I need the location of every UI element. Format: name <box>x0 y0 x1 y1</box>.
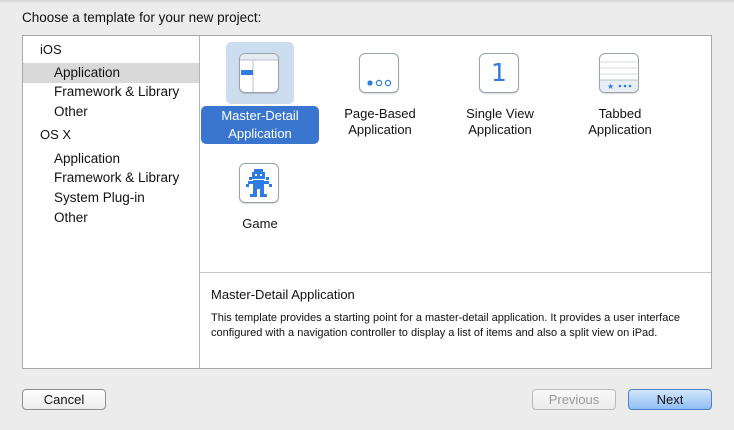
cancel-button[interactable]: Cancel <box>22 389 106 410</box>
tab-bar-icon: ★ <box>599 53 639 93</box>
sidebar-item-ios-other[interactable]: Other <box>23 102 199 122</box>
category-sidebar: iOS Application Framework & Library Othe… <box>23 36 200 368</box>
next-button[interactable]: Next <box>628 389 712 410</box>
template-label: Application <box>588 122 652 137</box>
sidebar-item-osx-application[interactable]: Application <box>23 149 199 169</box>
template-page-based[interactable]: Page-Based Application <box>320 40 440 150</box>
template-label: Application <box>218 125 302 143</box>
template-label: Application <box>348 122 412 137</box>
sidebar-item-osx-framework-library[interactable]: Framework & Library <box>23 168 199 188</box>
sidebar-item-osx-other[interactable]: Other <box>23 208 199 228</box>
description-title: Master-Detail Application <box>211 287 355 302</box>
template-label: Tabbed <box>598 106 642 121</box>
description-body: This template provides a starting point … <box>211 312 680 339</box>
page-dots-icon <box>359 53 399 93</box>
template-game[interactable]: Game <box>200 150 320 260</box>
number-one-glyph: 1 <box>491 58 507 87</box>
window-top-edge <box>0 0 734 4</box>
template-chooser: iOS Application Framework & Library Othe… <box>22 35 712 369</box>
number-one-icon: 1 <box>479 53 519 93</box>
previous-button[interactable]: Previous <box>532 389 616 410</box>
sidebar-item-ios-application[interactable]: Application <box>23 63 199 83</box>
template-description-panel: Master-Detail Application This template … <box>200 273 711 368</box>
sidebar-item-osx-system-plugin[interactable]: System Plug-in <box>23 188 199 208</box>
svg-text:★: ★ <box>607 82 614 91</box>
template-selection-highlight <box>226 42 294 104</box>
template-label: Master-Detail <box>211 107 309 125</box>
template-label: Application <box>468 122 532 137</box>
template-master-detail[interactable]: Master-Detail Application <box>200 40 320 150</box>
sidebar-item-ios-framework-library[interactable]: Framework & Library <box>23 82 199 102</box>
dialog-prompt: Choose a template for your new project: <box>22 10 262 25</box>
template-tabbed[interactable]: ★ Tabbed Application <box>560 40 680 150</box>
game-character-icon <box>239 163 279 203</box>
sidebar-heading-ios: iOS <box>40 42 62 57</box>
master-detail-icon <box>239 53 279 93</box>
template-label: Game <box>242 216 278 231</box>
template-label: Page-Based <box>344 106 416 121</box>
sidebar-heading-osx: OS X <box>40 127 72 142</box>
template-single-view[interactable]: 1 Single View Application <box>440 40 560 150</box>
template-label: Single View <box>466 106 534 121</box>
template-grid: Master-Detail Application Page-Based Appli… <box>200 36 711 273</box>
